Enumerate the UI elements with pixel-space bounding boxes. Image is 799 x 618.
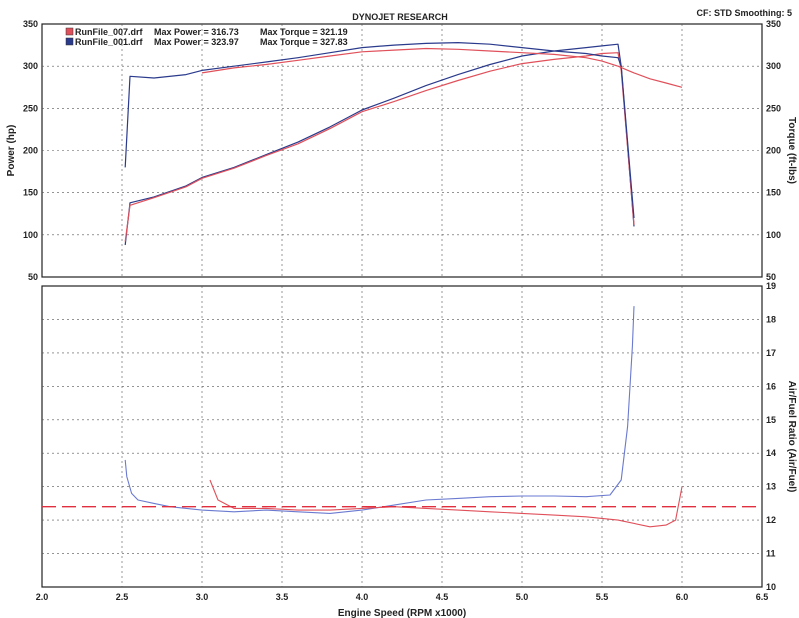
afr-panel: 10 11 12 13 14 15 16 17 18 19 2.0 2.5 3.0 3.5 4.0 4.5 5.… — [36, 281, 797, 618]
legend-file-007: RunFile_007.drf — [75, 27, 144, 37]
afr-series-line — [209, 479, 683, 528]
y-axis-title: Power (hp) — [6, 125, 17, 177]
y-tick-label: 300 — [23, 61, 38, 71]
legend-swatch-007 — [65, 27, 74, 36]
y2-tick-label: 300 — [766, 61, 781, 71]
bottom-plot-frame — [41, 285, 763, 588]
legend-power-001: Max Power = 323.97 — [154, 37, 239, 47]
y2-tick-label: 200 — [766, 146, 781, 156]
dyno-chart: DYNOJET RESEARCH CF: STD Smoothing: 5 50… — [6, 8, 797, 618]
legend-torque-001: Max Torque = 327.83 — [260, 37, 348, 47]
x-tick-label: 3.5 — [276, 592, 289, 602]
x-tick-label: 4.0 — [356, 592, 369, 602]
legend-torque-007: Max Torque = 321.19 — [260, 27, 348, 37]
y-tick-label: 150 — [23, 188, 38, 198]
power-torque-panel: 5010015020025030035050100150200250300350… — [6, 19, 797, 282]
afr-tick-label: 14 — [766, 448, 776, 458]
y2-tick-label: 250 — [766, 103, 781, 113]
afr-tick-label: 17 — [766, 348, 776, 358]
y-tick-label: 100 — [23, 230, 38, 240]
afr-tick-label: 18 — [766, 314, 776, 324]
afr-series-line — [124, 306, 635, 514]
series-line-power-007 — [124, 52, 635, 242]
x-tick-label: 5.0 — [516, 592, 529, 602]
afr-tick-label: 15 — [766, 415, 776, 425]
y2-axis-title: Torque (ft-lbs) — [786, 117, 797, 184]
y2-tick-label: 150 — [766, 188, 781, 198]
chart-title: DYNOJET RESEARCH — [352, 12, 448, 22]
legend-power-007: Max Power = 316.73 — [154, 27, 239, 37]
afr-tick-label: 10 — [766, 582, 776, 592]
legend-swatch-001 — [65, 37, 74, 46]
afr-tick-label: 11 — [766, 549, 776, 559]
x-tick-label: 2.0 — [36, 592, 49, 602]
y-tick-label: 200 — [23, 146, 38, 156]
afr-tick-label: 12 — [766, 515, 776, 525]
afr-tick-label: 16 — [766, 381, 776, 391]
settings-label: CF: STD Smoothing: 5 — [697, 8, 793, 18]
y-tick-label: 350 — [23, 19, 38, 29]
series-line-power-001 — [124, 43, 635, 246]
afr-tick-label: 19 — [766, 281, 776, 291]
x-tick-label: 5.5 — [596, 592, 609, 602]
x-tick-label: 6.0 — [676, 592, 689, 602]
y2-tick-label: 100 — [766, 230, 781, 240]
x-tick-label: 4.5 — [436, 592, 449, 602]
legend-file-001: RunFile_001.drf — [75, 37, 144, 47]
x-tick-label: 2.5 — [116, 592, 129, 602]
y-tick-label: 50 — [28, 272, 38, 282]
x-axis-title: Engine Speed (RPM x1000) — [338, 608, 466, 618]
y-tick-label: 250 — [23, 103, 38, 113]
series-line-torque-001 — [124, 41, 635, 219]
x-tick-label: 6.5 — [756, 592, 769, 602]
y2-tick-label: 350 — [766, 19, 781, 29]
afr-axis-title: Air/Fuel Ratio (Air/Fuel) — [786, 381, 797, 493]
afr-tick-label: 13 — [766, 482, 776, 492]
x-tick-label: 3.0 — [196, 592, 209, 602]
legend: RunFile_007.drf Max Power = 316.73 Max T… — [65, 27, 348, 47]
